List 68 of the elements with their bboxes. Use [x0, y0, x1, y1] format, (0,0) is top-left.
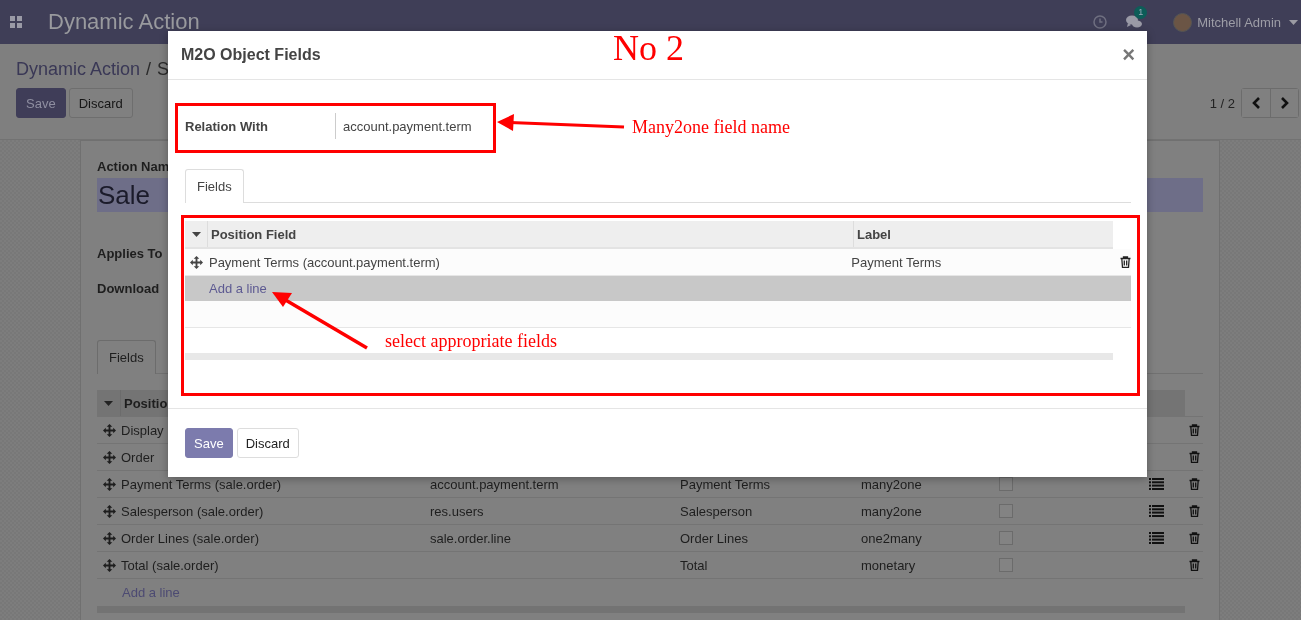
move-icon[interactable] — [102, 558, 116, 572]
move-icon[interactable] — [102, 531, 116, 545]
field-label: Applies To — [97, 246, 163, 261]
checkbox[interactable] — [999, 531, 1013, 545]
checkbox[interactable] — [999, 504, 1013, 518]
notification-badge: 1 — [1134, 6, 1148, 19]
column-header[interactable]: Label — [854, 226, 891, 242]
tab[interactable]: Fields — [97, 340, 156, 374]
save-button[interactable]: Save — [185, 428, 233, 458]
move-icon[interactable] — [102, 477, 116, 491]
move-icon[interactable] — [102, 450, 116, 464]
move-icon[interactable] — [102, 504, 116, 518]
table-cell-text: Order — [121, 449, 156, 465]
table-cell: res.users — [430, 503, 484, 519]
table-cell-text: Salesperson (sale.order) — [121, 503, 265, 519]
caret-icon[interactable] — [104, 400, 113, 406]
app-title: Dynamic Action — [48, 9, 200, 35]
table-cell: account.payment.term — [430, 476, 559, 492]
breadcrumb-link[interactable]: Dynamic Action — [16, 58, 141, 80]
table-cell: Salesperson — [680, 503, 753, 519]
list-icon[interactable] — [1149, 532, 1164, 544]
add-line-link[interactable]: Add a line — [209, 281, 267, 296]
breadcrumb-separator: / — [146, 58, 152, 80]
table-cell-text: Payment Terms (sale.order) — [121, 476, 283, 492]
list-icon[interactable] — [1149, 505, 1164, 517]
chevron-left-icon — [1251, 97, 1261, 109]
caret-icon[interactable] — [1289, 19, 1298, 25]
next-button[interactable] — [1270, 89, 1298, 117]
checkbox[interactable] — [999, 477, 1013, 491]
table-cell: Payment Terms — [851, 254, 942, 270]
table-cell: many2one — [861, 476, 922, 492]
checkbox[interactable] — [999, 558, 1013, 572]
table-cell: Order Lines — [680, 530, 748, 546]
annotation-note: Many2one field name — [632, 118, 790, 136]
table-cell-text: Display — [121, 422, 165, 438]
trash-icon[interactable] — [1120, 256, 1131, 268]
table-cell-text: Order Lines (sale.order) — [121, 530, 260, 546]
relation-field[interactable]: account.payment.term — [335, 113, 472, 139]
table-cell: sale.order.line — [430, 530, 511, 546]
table-cell: Payment Terms (account.payment.term) — [208, 254, 440, 270]
annotation-title: No 2 — [613, 30, 684, 66]
field-label: Download — [97, 281, 160, 296]
table-cell-text: Total (sale.order) — [121, 557, 220, 573]
field-label: Relation With — [185, 118, 269, 134]
table-cell: Total — [680, 557, 708, 573]
annotation-note: select appropriate fields — [385, 332, 557, 350]
pager-counter: 1 / 2 — [1209, 95, 1235, 111]
list-icon[interactable] — [1149, 478, 1164, 490]
chevron-right-icon — [1280, 97, 1289, 109]
move-icon[interactable] — [102, 423, 116, 437]
column-header[interactable]: Position Field — [211, 226, 297, 242]
table-cell: one2many — [861, 530, 922, 546]
table-cell: Payment Terms — [680, 476, 771, 492]
apps-menu-icon[interactable] — [10, 16, 22, 28]
save-button[interactable]: Save — [16, 88, 66, 118]
table-cell: many2one — [861, 503, 922, 519]
column-header[interactable]: Positio — [121, 395, 168, 411]
tab[interactable]: Fields — [185, 169, 244, 203]
discard-button[interactable]: Discard — [236, 428, 299, 458]
caret-icon[interactable] — [191, 231, 201, 237]
discard-button[interactable]: Discard — [68, 88, 133, 118]
breadcrumb-current: S — [157, 58, 170, 80]
table-cell: monetary — [861, 557, 916, 573]
field-label: Action Nam — [97, 159, 170, 174]
close-button[interactable]: × — [1122, 44, 1135, 66]
dialog-title: M2O Object Fields — [181, 46, 321, 64]
move-icon[interactable] — [190, 255, 204, 269]
user-name[interactable]: Mitchell Admin — [1197, 14, 1281, 30]
